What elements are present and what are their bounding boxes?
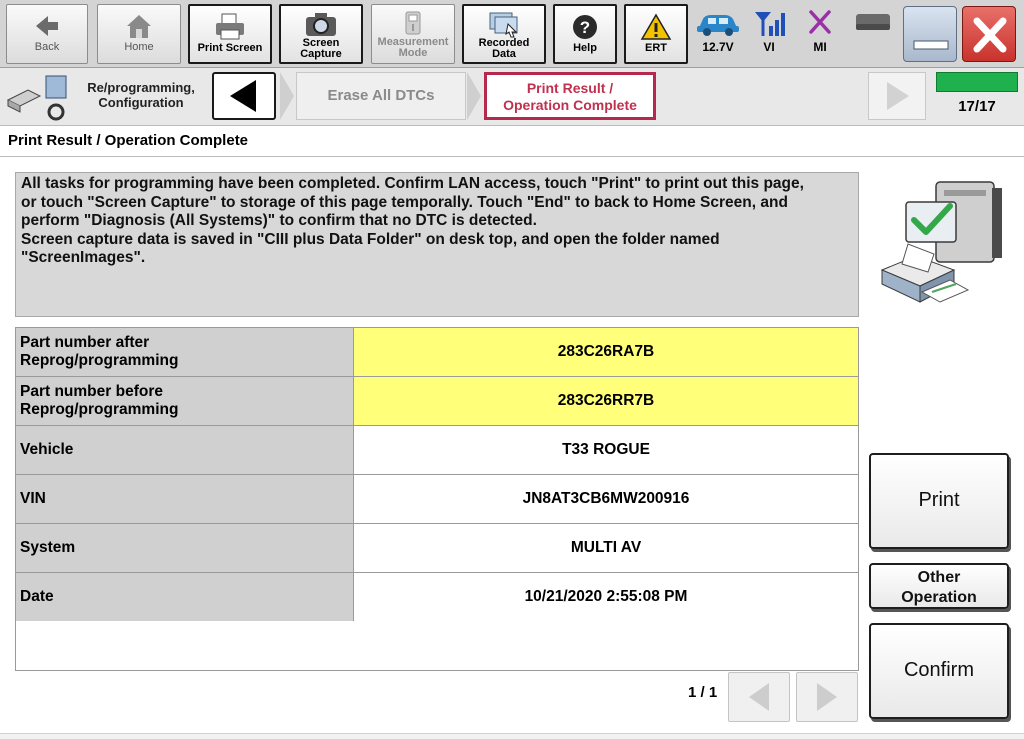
table-row: Date 10/21/2020 2:55:08 PM bbox=[15, 572, 859, 622]
table-row: VIN JN8AT3CB6MW200916 bbox=[15, 474, 859, 524]
page-title: Print Result / Operation Complete bbox=[8, 132, 249, 149]
row-label: VIN bbox=[15, 474, 354, 524]
mi-label: MI bbox=[813, 40, 827, 54]
row-label: System bbox=[15, 523, 354, 573]
mi-status: MI bbox=[796, 8, 844, 62]
breadcrumb: Re/programming, Configuration Erase All … bbox=[0, 68, 1024, 126]
left-triangle-icon bbox=[729, 683, 789, 725]
help-label: Help bbox=[573, 42, 597, 54]
table-row: System MULTI AV bbox=[15, 523, 859, 573]
page-heading: Print Result / Operation Complete bbox=[0, 127, 1024, 157]
car-icon bbox=[694, 8, 742, 40]
table-row: Part number before Reprog/programming 283… bbox=[15, 376, 859, 426]
next-step-button[interactable] bbox=[868, 72, 926, 120]
ert-button[interactable]: ERT bbox=[624, 4, 688, 64]
right-triangle-icon bbox=[797, 683, 857, 725]
measurement-mode-button[interactable]: Measurement Mode bbox=[371, 4, 455, 64]
step-separator bbox=[280, 72, 294, 120]
recorded-data-label: Recorded Data bbox=[478, 37, 530, 60]
right-triangle-icon bbox=[869, 82, 925, 123]
progress-text: 17/17 bbox=[958, 98, 996, 115]
help-button[interactable]: ? Help bbox=[553, 4, 617, 64]
progress-bar bbox=[936, 72, 1018, 92]
recorded-data-button[interactable]: Recorded Data bbox=[462, 4, 546, 64]
question-icon: ? bbox=[555, 12, 615, 42]
row-value: T33 ROGUE bbox=[353, 425, 859, 475]
device-icon bbox=[848, 8, 896, 40]
svg-text:?: ? bbox=[580, 18, 590, 37]
battery-status: 12.7V bbox=[694, 8, 742, 62]
row-label: Part number after Reprog/programming bbox=[15, 327, 354, 377]
row-label: Part number before Reprog/programming bbox=[15, 376, 354, 426]
table-row: Vehicle T33 ROGUE bbox=[15, 425, 859, 475]
other-operation-button[interactable]: Other Operation bbox=[869, 563, 1009, 609]
row-value: JN8AT3CB6MW200916 bbox=[353, 474, 859, 524]
vi-status: VI bbox=[745, 8, 793, 62]
confirm-button[interactable]: Confirm bbox=[869, 623, 1009, 719]
minimize-button[interactable] bbox=[903, 6, 957, 62]
battery-voltage: 12.7V bbox=[702, 40, 734, 54]
result-table: Part number after Reprog/programming 283C… bbox=[15, 327, 859, 622]
row-label: Date bbox=[15, 572, 354, 622]
left-arrow-icon bbox=[7, 11, 87, 41]
table-row: Part number after Reprog/programming 283C… bbox=[15, 327, 859, 377]
page-prev-button[interactable] bbox=[728, 672, 790, 722]
screen-capture-button[interactable]: Screen Capture bbox=[279, 4, 363, 64]
meter-icon bbox=[372, 9, 454, 37]
row-value: 10/21/2020 2:55:08 PM bbox=[353, 572, 859, 622]
page-next-button[interactable] bbox=[796, 672, 858, 722]
step-erase-all-dtcs: Erase All DTCs bbox=[296, 72, 466, 120]
toolbar: Back Home Print Screen Screen Capture Me… bbox=[0, 0, 1024, 68]
row-value: 283C26RR7B bbox=[353, 376, 859, 426]
printer-icon bbox=[190, 12, 270, 42]
row-label: Vehicle bbox=[15, 425, 354, 475]
reprogramming-icon bbox=[6, 74, 70, 127]
main-content: All tasks for programming have been comp… bbox=[0, 158, 1024, 739]
home-label: Home bbox=[124, 41, 154, 53]
close-button[interactable] bbox=[962, 6, 1016, 62]
print-screen-button[interactable]: Print Screen bbox=[188, 4, 272, 64]
page-indicator: 1 / 1 bbox=[688, 684, 718, 701]
step-print-result: Print Result / Operation Complete bbox=[484, 72, 656, 120]
row-value: 283C26RA7B bbox=[353, 327, 859, 377]
table-empty-row bbox=[15, 621, 859, 671]
minimize-icon bbox=[904, 40, 958, 67]
ert-label: ERT bbox=[645, 42, 667, 54]
section-title: Re/programming, Configuration bbox=[87, 80, 195, 110]
back-button[interactable]: Back bbox=[6, 4, 88, 64]
instruction-message: All tasks for programming have been comp… bbox=[15, 172, 859, 317]
measurement-mode-label: Measurement Mode bbox=[377, 36, 449, 59]
warning-icon bbox=[626, 12, 686, 42]
bottom-status-strip bbox=[0, 733, 1024, 739]
house-icon bbox=[98, 11, 180, 41]
device-status bbox=[848, 8, 896, 62]
close-icon bbox=[963, 17, 1017, 67]
home-button[interactable]: Home bbox=[97, 4, 181, 64]
print-button[interactable]: Print bbox=[869, 453, 1009, 549]
camera-icon bbox=[281, 10, 361, 38]
back-label: Back bbox=[34, 41, 60, 53]
row-value: MULTI AV bbox=[353, 523, 859, 573]
recorded-data-icon bbox=[464, 10, 544, 38]
x-mark-icon bbox=[796, 8, 844, 40]
previous-step-button[interactable] bbox=[212, 72, 276, 120]
left-triangle-icon bbox=[214, 80, 274, 122]
print-screen-label: Print Screen bbox=[197, 42, 263, 54]
step-separator bbox=[467, 72, 481, 120]
vi-label: VI bbox=[763, 40, 775, 54]
print-complete-illustration bbox=[872, 174, 1012, 315]
signal-icon bbox=[745, 8, 793, 40]
screen-capture-label: Screen Capture bbox=[300, 37, 342, 60]
